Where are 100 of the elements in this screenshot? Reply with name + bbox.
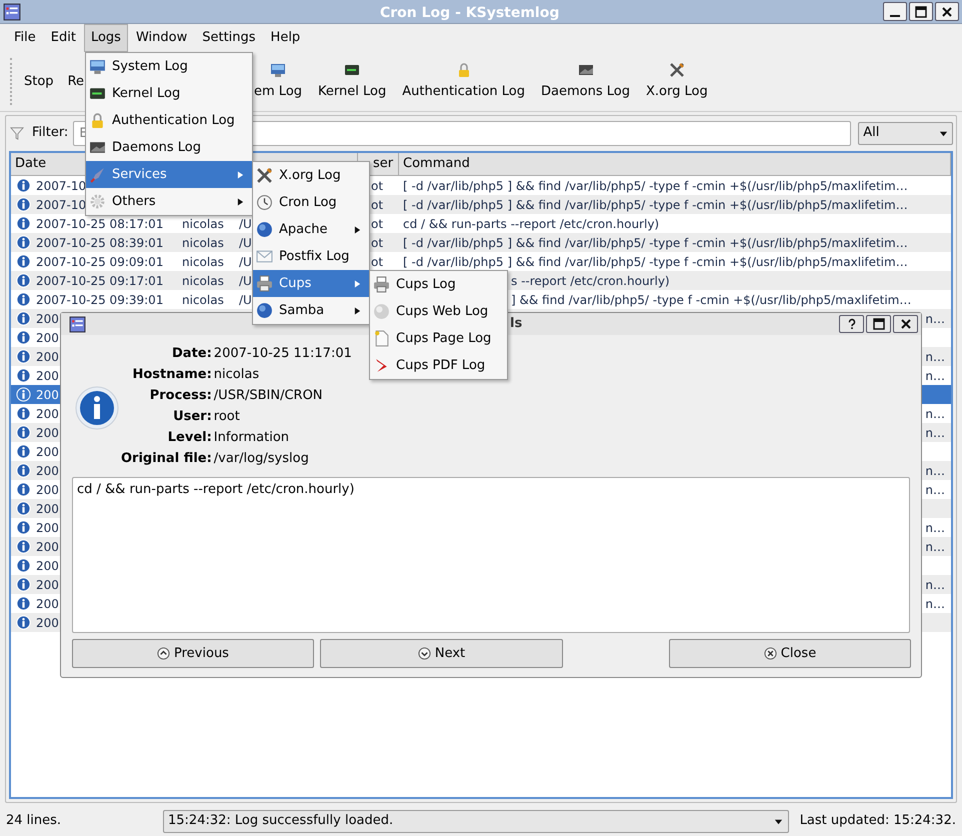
down-chevron-icon bbox=[418, 647, 431, 660]
menu-item[interactable]: Cups PDF Log bbox=[370, 352, 507, 379]
table-cell: 200 bbox=[36, 540, 59, 554]
document-icon bbox=[373, 330, 390, 347]
info-icon bbox=[16, 425, 31, 440]
field-value: nicolas bbox=[214, 366, 260, 384]
minimize-icon bbox=[890, 14, 900, 16]
table-cell-text: n… bbox=[925, 310, 945, 328]
table-cell-text: n… bbox=[925, 462, 945, 480]
table-cell-text: s --report /etc/cron.hourly) bbox=[511, 272, 670, 290]
table-cell-text: ] && find /var/lib/php5/ -type f -cmin +$(/usr/lib/php5/maxlifetim… bbox=[511, 292, 912, 308]
tools-icon bbox=[668, 62, 685, 78]
globe-icon bbox=[373, 303, 390, 320]
table-cell: /U bbox=[239, 274, 252, 288]
field-value: 2007-10-25 11:17:01 bbox=[214, 345, 352, 363]
close-icon bbox=[900, 318, 912, 330]
column-header[interactable]: Date bbox=[15, 156, 46, 171]
table-cell: /U bbox=[239, 292, 252, 306]
field-label: User: bbox=[172, 408, 212, 426]
toolbar-button[interactable]: Daemons Log bbox=[541, 52, 630, 111]
app-icon bbox=[69, 316, 86, 332]
envelope-icon bbox=[256, 248, 273, 265]
table-cell: /U bbox=[239, 236, 252, 250]
field-label: Hostname: bbox=[131, 366, 212, 384]
table-cell: 2007-10-25 09:09:01 bbox=[36, 254, 164, 268]
table-cell: 200 bbox=[36, 520, 59, 534]
dialog-title: ls bbox=[510, 315, 522, 334]
lock-icon bbox=[89, 112, 106, 129]
maximize-button[interactable] bbox=[909, 2, 933, 21]
menu-item[interactable]: Samba bbox=[253, 297, 369, 324]
info-icon bbox=[16, 311, 31, 326]
field-value: /USR/SBIN/CRON bbox=[214, 387, 324, 405]
toolbar-button[interactable]: Authentication Log bbox=[402, 52, 526, 111]
status-message-dropdown[interactable]: 15:24:32: Log successfully loaded. bbox=[163, 810, 789, 832]
maximize-button[interactable] bbox=[866, 315, 891, 333]
dialog-button[interactable]: Next bbox=[320, 639, 563, 668]
table-cell: 200 bbox=[36, 578, 59, 592]
printer-icon bbox=[373, 276, 390, 293]
table-cell: 200 bbox=[36, 312, 59, 326]
close-button[interactable] bbox=[893, 315, 918, 333]
window-title: Cron Log - KSystemlog bbox=[380, 4, 560, 23]
table-cell: 200 bbox=[36, 426, 59, 440]
toolbar-button[interactable]: em Log bbox=[254, 52, 302, 111]
menu-item[interactable]: Cups Page Log bbox=[370, 325, 507, 352]
clock-icon bbox=[256, 194, 273, 211]
menu-bar-item[interactable]: Settings bbox=[195, 24, 263, 52]
table-cell: 200 bbox=[36, 596, 59, 610]
dialog-button[interactable]: Previous bbox=[72, 639, 314, 668]
table-cell: nicolas bbox=[182, 292, 224, 306]
menu-bar-item[interactable]: Edit bbox=[44, 24, 83, 52]
table-cell-text: n… bbox=[925, 424, 945, 442]
globe-icon bbox=[256, 221, 273, 238]
menu-item[interactable]: Kernel Log bbox=[86, 80, 252, 107]
table-cell-text: n… bbox=[925, 538, 945, 556]
toolbar-button[interactable]: Re bbox=[68, 52, 84, 111]
table-cell: 2007-10-25 09:17:01 bbox=[36, 274, 164, 288]
menu-item[interactable]: Services bbox=[86, 161, 252, 188]
info-icon bbox=[16, 615, 31, 630]
line-count: 24 lines. bbox=[6, 812, 62, 830]
table-cell: 200 bbox=[36, 368, 59, 382]
maximize-icon bbox=[872, 318, 884, 330]
table-cell: nicolas bbox=[182, 236, 224, 250]
info-icon bbox=[16, 577, 31, 592]
toolbar-button[interactable]: Kernel Log bbox=[318, 52, 386, 111]
help-icon bbox=[846, 318, 856, 330]
menu-item[interactable]: System Log bbox=[86, 53, 252, 80]
minimize-button[interactable] bbox=[883, 2, 907, 21]
message-box: cd / && run-parts --report /etc/cron.hourly) bbox=[72, 477, 910, 633]
table-cell: 2007-10 bbox=[36, 178, 86, 192]
menu-item[interactable]: Cups Log bbox=[370, 271, 507, 298]
level-dropdown[interactable]: All bbox=[858, 122, 954, 144]
up-chevron-icon bbox=[157, 647, 170, 660]
table-cell: ot bbox=[371, 216, 384, 230]
menu-bar-item[interactable]: Help bbox=[264, 24, 308, 52]
close-button[interactable] bbox=[935, 2, 959, 21]
table-cell-text: n… bbox=[925, 368, 945, 384]
column-header[interactable]: ser bbox=[373, 156, 394, 171]
gear-icon bbox=[89, 193, 106, 210]
help-button[interactable] bbox=[839, 315, 864, 333]
table-cell: ot bbox=[371, 254, 384, 268]
menu-item[interactable]: Cups Web Log bbox=[370, 298, 507, 325]
rocket-icon bbox=[89, 166, 106, 183]
menu-bar-item[interactable]: File bbox=[7, 24, 43, 52]
app-icon bbox=[3, 2, 21, 20]
menu-item[interactable]: Cups bbox=[253, 270, 369, 297]
column-header[interactable]: Command bbox=[403, 156, 470, 171]
info-icon bbox=[16, 235, 31, 250]
table-cell: 2007-10-25 09:39:01 bbox=[36, 292, 164, 306]
toolbar-button[interactable]: X.org Log bbox=[646, 52, 708, 111]
toolbar-button[interactable]: Stop bbox=[24, 52, 54, 111]
info-icon bbox=[16, 254, 31, 269]
dialog-button[interactable]: Close bbox=[669, 639, 911, 668]
screen-icon bbox=[89, 139, 106, 156]
table-cell: 200 bbox=[36, 558, 59, 572]
globe-icon bbox=[256, 302, 273, 319]
table-cell: 200 bbox=[36, 406, 59, 420]
menu-bar-item[interactable]: Logs bbox=[84, 24, 128, 52]
menu-bar-item[interactable]: Window bbox=[128, 24, 194, 52]
table-cell-text: n… bbox=[925, 406, 945, 422]
field-label: Process: bbox=[148, 387, 212, 405]
